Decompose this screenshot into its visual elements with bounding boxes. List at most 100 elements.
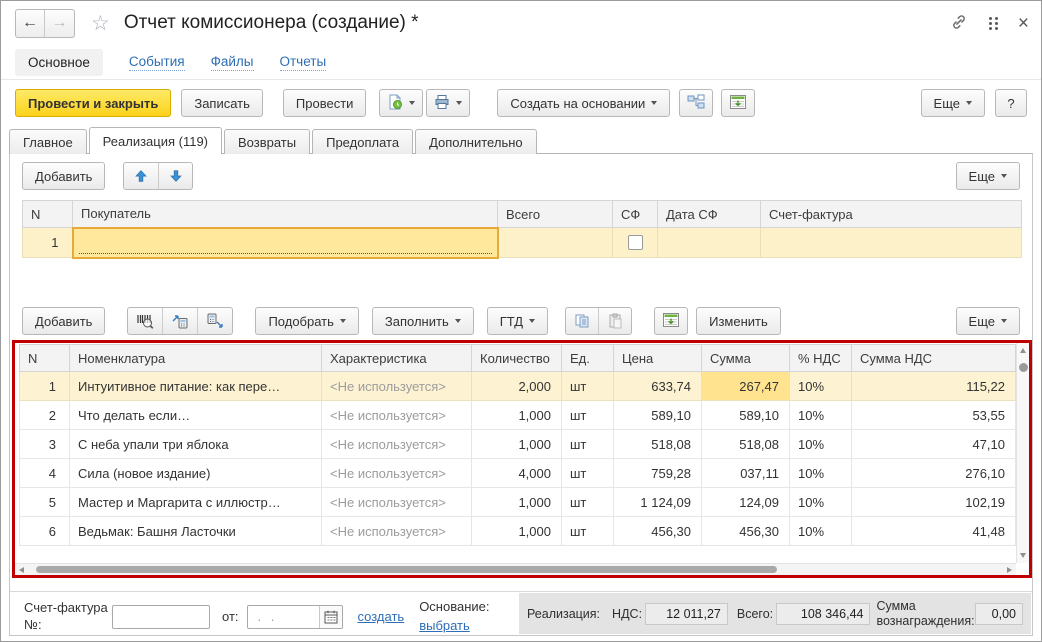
scroll-left-arrow-icon[interactable] bbox=[19, 567, 24, 573]
item-cell-unit[interactable]: шт bbox=[562, 488, 614, 517]
item-cell-characteristic[interactable]: <Не используется> bbox=[322, 401, 472, 430]
item-cell-characteristic[interactable]: <Не используется> bbox=[322, 517, 472, 546]
item-cell-quantity[interactable]: 4,000 bbox=[472, 459, 562, 488]
item-cell-unit[interactable]: шт bbox=[562, 459, 614, 488]
copy-rows-button[interactable] bbox=[566, 308, 598, 334]
item-cell-price[interactable]: 589,10 bbox=[614, 401, 702, 430]
horizontal-scroll-thumb[interactable] bbox=[36, 566, 777, 573]
sales-cell-n[interactable]: 1 bbox=[23, 228, 73, 258]
close-icon[interactable]: × bbox=[1018, 14, 1029, 33]
items-vertical-scrollbar[interactable] bbox=[1016, 343, 1029, 563]
item-cell-vat-percent[interactable]: 10% bbox=[790, 372, 852, 401]
invoice-date-field[interactable]: . . bbox=[247, 605, 343, 629]
item-cell-sum[interactable]: 267,47 bbox=[702, 372, 790, 401]
item-cell-sum[interactable]: 456,30 bbox=[702, 517, 790, 546]
tab-main[interactable]: Главное bbox=[9, 129, 87, 154]
unload-to-terminal-button[interactable] bbox=[197, 308, 232, 334]
barcode-scan-button[interactable] bbox=[128, 308, 162, 334]
nav-events[interactable]: События bbox=[129, 54, 185, 71]
item-cell-vat-sum[interactable]: 41,48 bbox=[852, 517, 1016, 546]
invoice-number-input[interactable] bbox=[112, 605, 210, 629]
item-cell-nomenclature[interactable]: Сила (новое издание) bbox=[70, 459, 322, 488]
item-cell-vat-sum[interactable]: 115,22 bbox=[852, 372, 1016, 401]
forward-button[interactable]: → bbox=[45, 10, 74, 37]
vertical-scroll-thumb[interactable] bbox=[1019, 363, 1028, 372]
item-cell-price[interactable]: 759,28 bbox=[614, 459, 702, 488]
item-cell-quantity[interactable]: 1,000 bbox=[472, 517, 562, 546]
item-cell-price[interactable]: 518,08 bbox=[614, 430, 702, 459]
create-invoice-link[interactable]: создать bbox=[358, 609, 405, 624]
tab-realization[interactable]: Реализация (119) bbox=[89, 127, 222, 154]
print-menu-button[interactable] bbox=[426, 89, 470, 117]
gtd-button[interactable]: ГТД bbox=[487, 307, 548, 335]
fill-button[interactable]: Заполнить bbox=[372, 307, 474, 335]
item-cell-vat-sum[interactable]: 53,55 bbox=[852, 401, 1016, 430]
sales-cell-buyer-editing[interactable] bbox=[73, 228, 498, 258]
item-cell-n[interactable]: 2 bbox=[20, 401, 70, 430]
get-link-icon[interactable] bbox=[949, 12, 969, 35]
item-cell-n[interactable]: 1 bbox=[20, 372, 70, 401]
scroll-down-arrow-icon[interactable] bbox=[1020, 553, 1026, 558]
help-button[interactable]: ? bbox=[995, 89, 1027, 117]
nav-main[interactable]: Основное bbox=[15, 49, 103, 76]
item-cell-quantity[interactable]: 1,000 bbox=[472, 488, 562, 517]
sf-checkbox[interactable] bbox=[628, 235, 643, 250]
toolbar-more-button[interactable]: Еще bbox=[921, 89, 985, 117]
item-cell-characteristic[interactable]: <Не используется> bbox=[322, 459, 472, 488]
item-cell-price[interactable]: 456,30 bbox=[614, 517, 702, 546]
item-cell-vat-percent[interactable]: 10% bbox=[790, 517, 852, 546]
move-row-up-button[interactable] bbox=[124, 163, 158, 189]
pick-items-button[interactable]: Подобрать bbox=[255, 307, 358, 335]
item-cell-characteristic[interactable]: <Не используется> bbox=[322, 488, 472, 517]
post-document-menu-button[interactable] bbox=[379, 89, 423, 117]
item-cell-vat-sum[interactable]: 47,10 bbox=[852, 430, 1016, 459]
move-row-down-button[interactable] bbox=[158, 163, 192, 189]
post-and-close-button[interactable]: Провести и закрыть bbox=[15, 89, 171, 117]
item-cell-characteristic[interactable]: <Не используется> bbox=[322, 372, 472, 401]
tab-prepayment[interactable]: Предоплата bbox=[312, 129, 413, 154]
item-cell-vat-percent[interactable]: 10% bbox=[790, 401, 852, 430]
item-cell-price[interactable]: 1 124,09 bbox=[614, 488, 702, 517]
load-from-terminal-button[interactable] bbox=[162, 308, 197, 334]
item-cell-price[interactable]: 633,74 bbox=[614, 372, 702, 401]
item-cell-nomenclature[interactable]: Что делать если… bbox=[70, 401, 322, 430]
item-cell-sum[interactable]: 037,11 bbox=[702, 459, 790, 488]
item-cell-n[interactable]: 4 bbox=[20, 459, 70, 488]
paste-rows-button[interactable] bbox=[598, 308, 631, 334]
scroll-right-arrow-icon[interactable] bbox=[1007, 567, 1012, 573]
items-report-button[interactable] bbox=[654, 307, 688, 335]
item-cell-nomenclature[interactable]: Интуитивное питание: как пере… bbox=[70, 372, 322, 401]
document-movements-button[interactable] bbox=[721, 89, 755, 117]
save-button[interactable]: Записать bbox=[181, 89, 263, 117]
item-cell-characteristic[interactable]: <Не используется> bbox=[322, 430, 472, 459]
tab-returns[interactable]: Возвраты bbox=[224, 129, 310, 154]
item-cell-nomenclature[interactable]: Ведьмак: Башня Ласточки bbox=[70, 517, 322, 546]
choose-basis-link[interactable]: выбрать bbox=[419, 618, 470, 633]
item-cell-quantity[interactable]: 1,000 bbox=[472, 430, 562, 459]
nav-reports[interactable]: Отчеты bbox=[280, 54, 327, 71]
favorite-star-icon[interactable]: ☆ bbox=[91, 13, 110, 34]
scroll-up-arrow-icon[interactable] bbox=[1020, 348, 1026, 353]
more-menu-icon[interactable] bbox=[989, 17, 998, 30]
sales-cell-invoice[interactable] bbox=[761, 228, 1022, 258]
item-cell-nomenclature[interactable]: С неба упали три яблока bbox=[70, 430, 322, 459]
item-cell-n[interactable]: 6 bbox=[20, 517, 70, 546]
back-button[interactable]: ← bbox=[16, 10, 45, 37]
item-cell-vat-percent[interactable]: 10% bbox=[790, 459, 852, 488]
item-cell-quantity[interactable]: 2,000 bbox=[472, 372, 562, 401]
item-cell-sum[interactable]: 518,08 bbox=[702, 430, 790, 459]
item-cell-vat-percent[interactable]: 10% bbox=[790, 488, 852, 517]
sales-add-button[interactable]: Добавить bbox=[22, 162, 105, 190]
item-cell-quantity[interactable]: 1,000 bbox=[472, 401, 562, 430]
items-add-button[interactable]: Добавить bbox=[22, 307, 105, 335]
calendar-button[interactable] bbox=[319, 606, 342, 628]
edit-button[interactable]: Изменить bbox=[696, 307, 781, 335]
item-cell-sum[interactable]: 589,10 bbox=[702, 401, 790, 430]
item-cell-vat-sum[interactable]: 276,10 bbox=[852, 459, 1016, 488]
item-cell-unit[interactable]: шт bbox=[562, 401, 614, 430]
item-cell-unit[interactable]: шт bbox=[562, 372, 614, 401]
item-cell-vat-sum[interactable]: 102,19 bbox=[852, 488, 1016, 517]
item-cell-unit[interactable]: шт bbox=[562, 430, 614, 459]
sales-more-button[interactable]: Еще bbox=[956, 162, 1020, 190]
nav-files[interactable]: Файлы bbox=[211, 54, 254, 71]
